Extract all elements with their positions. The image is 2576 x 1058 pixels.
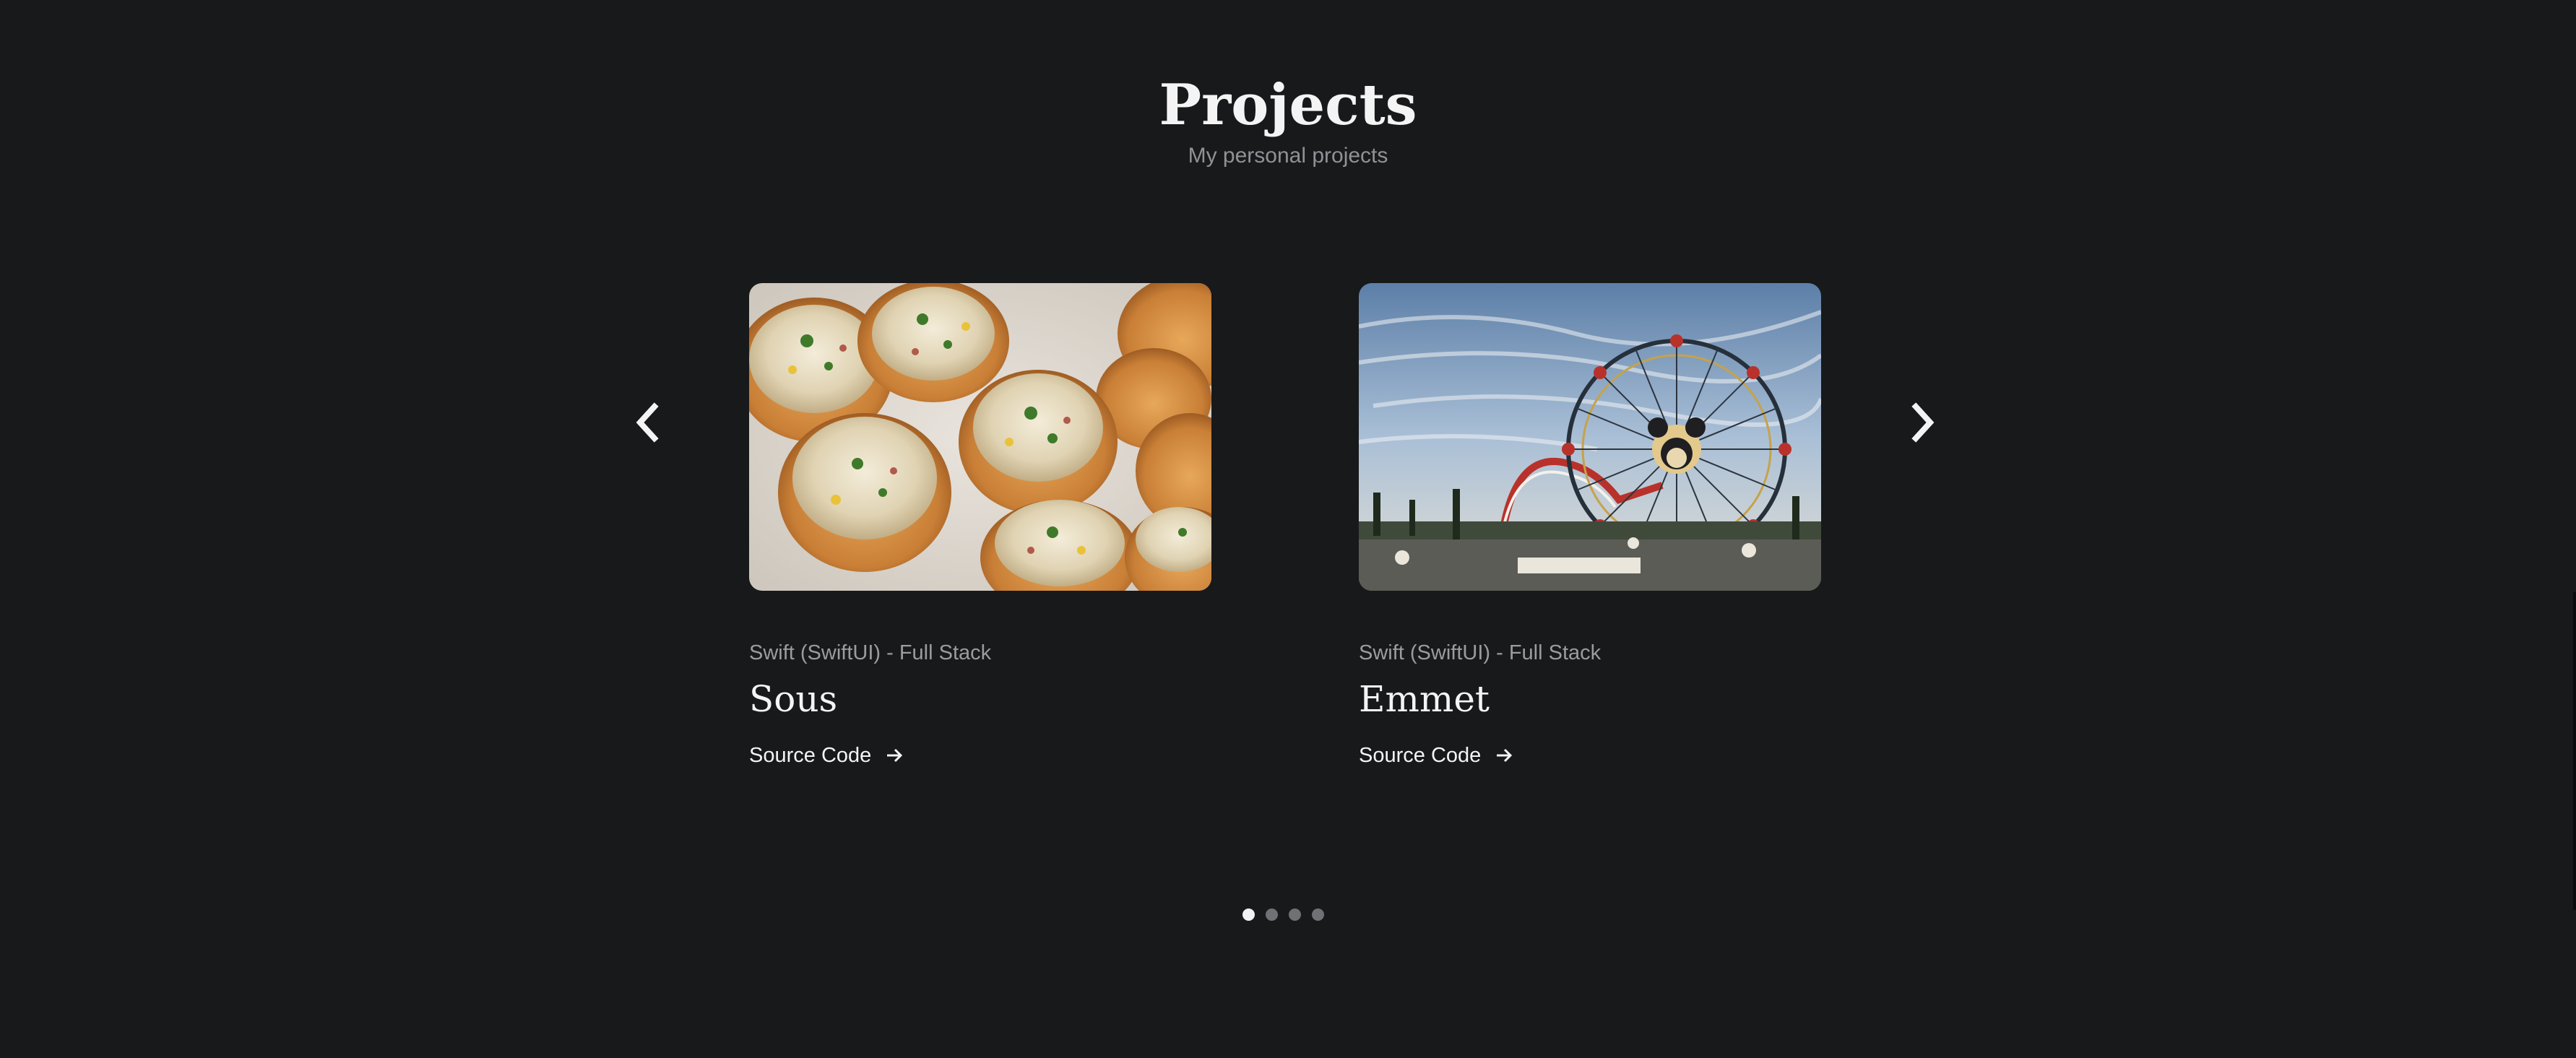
project-title: Sous (749, 678, 838, 720)
project-image-emmet[interactable] (1359, 283, 1821, 591)
section-header: Projects My personal projects (0, 69, 2576, 170)
pagination-dot[interactable] (1266, 909, 1278, 921)
projects-page: Projects My personal projects Swift (Swi… (0, 0, 2576, 1058)
source-code-label: Source Code (1359, 744, 1482, 767)
chevron-left-icon (636, 402, 659, 443)
scrollbar-track[interactable] (2573, 592, 2576, 910)
food-photo-image (749, 283, 1211, 591)
arrow-right-icon (1497, 748, 1513, 763)
project-card-emmet: Swift (SwiftUI) - Full Stack Emmet Sourc… (1359, 283, 1821, 770)
project-card-sous: Swift (SwiftUI) - Full Stack Sous Source… (749, 283, 1211, 770)
carousel-next-button[interactable] (1894, 394, 1952, 451)
project-category: Swift (SwiftUI) - Full Stack (1359, 641, 1602, 664)
source-code-link[interactable]: Source Code (1359, 741, 1514, 770)
project-category: Swift (SwiftUI) - Full Stack (749, 641, 992, 664)
carousel-prev-button[interactable] (618, 394, 676, 451)
chevron-right-icon (1911, 402, 1935, 443)
project-image-sous[interactable] (749, 283, 1211, 591)
page-title: Projects (1159, 72, 1417, 138)
arrow-right-icon (887, 748, 903, 763)
ferris-wheel-photo-image (1359, 283, 1821, 591)
pagination-dot[interactable] (1289, 909, 1301, 921)
project-title: Emmet (1359, 678, 1490, 720)
source-code-label: Source Code (749, 744, 872, 767)
pagination-dot[interactable] (1312, 909, 1324, 921)
source-code-link[interactable]: Source Code (749, 741, 904, 770)
pagination-dot[interactable] (1242, 909, 1255, 921)
carousel-pagination (1242, 909, 1324, 921)
page-subtitle: My personal projects (1188, 144, 1388, 168)
